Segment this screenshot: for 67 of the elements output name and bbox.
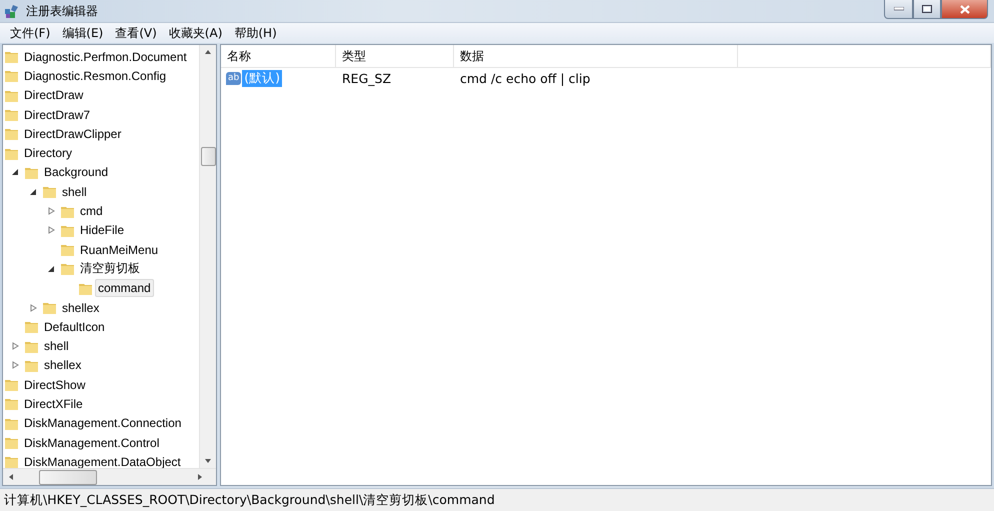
folder-icon <box>4 68 19 84</box>
folder-icon <box>4 377 19 392</box>
tree-item[interactable]: 清空剪切板 <box>77 258 143 280</box>
horizontal-scrollbar[interactable] <box>3 468 216 485</box>
menu-item[interactable]: 收藏夹(A) <box>162 24 228 42</box>
folder-icon <box>4 396 19 412</box>
tree-item[interactable]: RuanMeiMenu <box>77 240 162 259</box>
folder-icon <box>60 242 75 258</box>
table-cell-text: cmd /c echo off | clip <box>459 70 592 86</box>
tree-item[interactable]: Diagnostic.Resmon.Config <box>21 66 170 85</box>
folder-icon <box>24 319 39 334</box>
folder-icon <box>4 435 19 450</box>
folder-icon <box>4 49 19 64</box>
folder-icon <box>4 107 19 122</box>
folder-icon <box>4 126 19 142</box>
tree-item[interactable]: DiskManagement.Connection <box>21 414 184 432</box>
minimize-button[interactable] <box>884 0 913 19</box>
tree-item[interactable]: DirectDraw <box>21 86 86 104</box>
tree-item[interactable]: DirectXFile <box>21 394 86 413</box>
tree-item[interactable]: shellex <box>41 356 84 374</box>
tree-item[interactable]: Background <box>41 163 112 182</box>
table-cell-text: REG_SZ <box>341 70 392 86</box>
window-title: 注册表编辑器 <box>26 2 98 20</box>
expand-arrow-icon[interactable] <box>47 207 56 216</box>
minimize-icon <box>894 7 904 11</box>
tree-item[interactable]: DiskManagement.DataObject <box>21 452 184 468</box>
column-header[interactable]: 类型 <box>336 45 454 67</box>
column-header[interactable]: 数据 <box>454 45 738 67</box>
folder-icon <box>60 261 75 276</box>
string-value-icon: ab <box>226 72 242 84</box>
folder-icon <box>42 184 57 200</box>
tree-item[interactable]: HideFile <box>77 221 128 240</box>
menu-item[interactable]: 编辑(E) <box>56 24 110 42</box>
tree-item[interactable]: DirectDraw7 <box>21 106 94 124</box>
expand-arrow-icon[interactable] <box>11 342 20 350</box>
collapse-arrow-icon[interactable] <box>29 188 38 196</box>
tree-item[interactable]: DirectDrawClipper <box>21 124 124 143</box>
tree-item[interactable]: command <box>95 279 154 298</box>
folder-icon <box>4 454 19 468</box>
maximize-button[interactable] <box>913 0 941 19</box>
tree-item[interactable]: DirectShow <box>21 376 88 394</box>
collapse-arrow-icon[interactable] <box>11 168 20 176</box>
menu-item[interactable]: 文件(F) <box>4 24 56 42</box>
folder-icon <box>42 300 57 315</box>
vertical-scrollbar[interactable] <box>199 45 216 468</box>
scrollbar-thumb[interactable] <box>39 470 97 484</box>
collapse-arrow-icon[interactable] <box>47 264 56 273</box>
app-icon <box>4 3 20 19</box>
menu-item[interactable]: 查看(V) <box>109 24 163 42</box>
close-icon <box>960 4 970 14</box>
tree-item[interactable]: Diagnostic.Perfmon.Document <box>21 48 190 66</box>
scrollbar-thumb[interactable] <box>200 147 216 166</box>
column-header[interactable]: 名称 <box>221 45 336 67</box>
menu-item[interactable]: 帮助(H) <box>228 24 283 42</box>
expand-arrow-icon[interactable] <box>11 361 20 370</box>
tree-item[interactable]: shell <box>59 182 90 201</box>
tree-item[interactable]: DefaultIcon <box>41 318 108 336</box>
maximize-icon <box>922 5 932 13</box>
expand-arrow-icon[interactable] <box>47 226 56 234</box>
tree-item[interactable]: DiskManagement.Control <box>21 434 162 452</box>
tree-item[interactable]: shellex <box>59 298 102 316</box>
tree-item[interactable]: shell <box>41 337 72 356</box>
tree-item[interactable]: Directory <box>21 144 76 162</box>
expand-arrow-icon[interactable] <box>29 304 38 312</box>
status-path: 计算机\HKEY_CLASSES_ROOT\Directory\Background\shell\清空剪切板\command <box>4 492 495 508</box>
close-button[interactable] <box>941 0 988 19</box>
tree-item[interactable]: cmd <box>77 202 106 220</box>
